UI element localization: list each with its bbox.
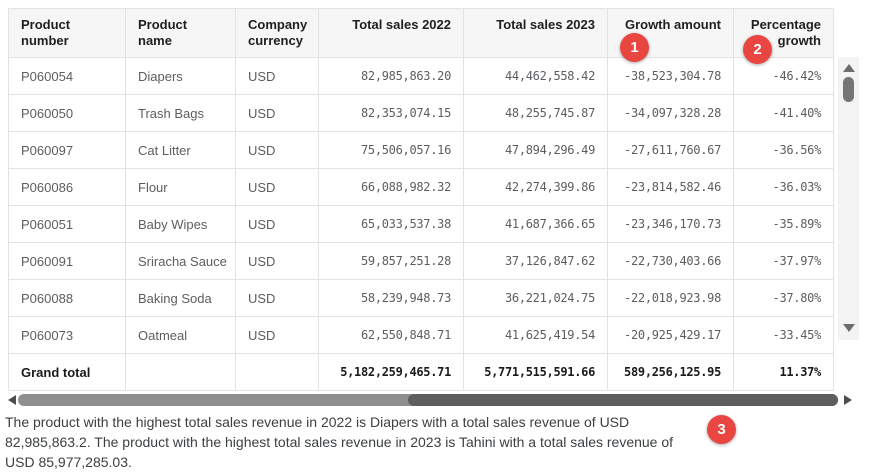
cell-company-currency: USD (236, 243, 319, 280)
empty-cell (126, 354, 236, 391)
cell-product-name: Flour (126, 169, 236, 206)
cell-percentage-growth: -37.97% (734, 243, 834, 280)
horizontal-scrollbar[interactable] (8, 392, 852, 408)
cell-total-sales-2023: 37,126,847.62 (464, 243, 608, 280)
scroll-down-icon[interactable] (843, 324, 855, 332)
annotation-badge-3: 3 (707, 415, 736, 444)
table-row: P060073 Oatmeal USD 62,550,848.71 41,625… (9, 317, 834, 354)
cell-growth-amount: -22,730,403.66 (608, 243, 734, 280)
cell-product-name: Trash Bags (126, 95, 236, 132)
cell-total-sales-2022: 65,033,537.38 (319, 206, 464, 243)
cell-growth-amount: -20,925,429.17 (608, 317, 734, 354)
cell-product-number: P060051 (9, 206, 126, 243)
grand-total-sales-2023: 5,771,515,591.66 (464, 354, 608, 391)
summary-text: The product with the highest total sales… (5, 412, 702, 472)
vertical-scrollbar[interactable] (838, 57, 859, 340)
cell-product-number: P060054 (9, 58, 126, 95)
cell-total-sales-2023: 44,462,558.42 (464, 58, 608, 95)
cell-product-number: P060097 (9, 132, 126, 169)
annotation-badge-2: 2 (743, 35, 772, 64)
cell-product-number: P060073 (9, 317, 126, 354)
cell-total-sales-2022: 82,985,863.20 (319, 58, 464, 95)
cell-product-number: P060086 (9, 169, 126, 206)
cell-total-sales-2022: 62,550,848.71 (319, 317, 464, 354)
table-header-row: Product number Product name Company curr… (9, 9, 834, 58)
vertical-scrollbar-thumb[interactable] (843, 77, 854, 102)
cell-company-currency: USD (236, 132, 319, 169)
table-row: P060051 Baby Wipes USD 65,033,537.38 41,… (9, 206, 834, 243)
table-row: P060054 Diapers USD 82,985,863.20 44,462… (9, 58, 834, 95)
cell-total-sales-2023: 47,894,296.49 (464, 132, 608, 169)
cell-product-name: Sriracha Sauce (126, 243, 236, 280)
grand-total-row: Grand total 5,182,259,465.71 5,771,515,5… (9, 354, 834, 391)
cell-company-currency: USD (236, 206, 319, 243)
cell-product-number: P060091 (9, 243, 126, 280)
grand-total-label: Grand total (9, 354, 126, 391)
cell-total-sales-2022: 82,353,074.15 (319, 95, 464, 132)
column-header-product-name[interactable]: Product name (126, 9, 236, 58)
cell-growth-amount: -34,097,328.28 (608, 95, 734, 132)
horizontal-scrollbar-thumb[interactable] (408, 394, 839, 406)
cell-total-sales-2023: 42,274,399.86 (464, 169, 608, 206)
cell-total-sales-2022: 66,088,982.32 (319, 169, 464, 206)
cell-percentage-growth: -35.89% (734, 206, 834, 243)
cell-percentage-growth: -36.03% (734, 169, 834, 206)
cell-growth-amount: -38,523,304.78 (608, 58, 734, 95)
cell-product-number: P060088 (9, 280, 126, 317)
cell-total-sales-2022: 59,857,251.28 (319, 243, 464, 280)
table-row: P060091 Sriracha Sauce USD 59,857,251.28… (9, 243, 834, 280)
cell-product-name: Oatmeal (126, 317, 236, 354)
cell-product-name: Baking Soda (126, 280, 236, 317)
cell-percentage-growth: -33.45% (734, 317, 834, 354)
scroll-up-icon[interactable] (843, 64, 855, 72)
table-row: P060088 Baking Soda USD 58,239,948.73 36… (9, 280, 834, 317)
cell-percentage-growth: -41.40% (734, 95, 834, 132)
horizontal-scrollbar-track[interactable] (18, 394, 838, 406)
cell-product-number: P060050 (9, 95, 126, 132)
table-row: P060097 Cat Litter USD 75,506,057.16 47,… (9, 132, 834, 169)
cell-growth-amount: -22,018,923.98 (608, 280, 734, 317)
column-header-total-sales-2022[interactable]: Total sales 2022 (319, 9, 464, 58)
table-row: P060086 Flour USD 66,088,982.32 42,274,3… (9, 169, 834, 206)
cell-product-name: Cat Litter (126, 132, 236, 169)
cell-company-currency: USD (236, 95, 319, 132)
scroll-left-icon[interactable] (8, 395, 16, 405)
cell-percentage-growth: -37.80% (734, 280, 834, 317)
report-page: Product number Product name Company curr… (0, 0, 869, 474)
grand-total-sales-2022: 5,182,259,465.71 (319, 354, 464, 391)
cell-growth-amount: -27,611,760.67 (608, 132, 734, 169)
cell-company-currency: USD (236, 317, 319, 354)
cell-growth-amount: -23,346,170.73 (608, 206, 734, 243)
cell-total-sales-2023: 48,255,745.87 (464, 95, 608, 132)
cell-product-name: Baby Wipes (126, 206, 236, 243)
cell-company-currency: USD (236, 58, 319, 95)
grand-total-percentage-growth: 11.37% (734, 354, 834, 391)
annotation-badge-1: 1 (620, 33, 649, 62)
grand-total-growth-amount: 589,256,125.95 (608, 354, 734, 391)
cell-percentage-growth: -36.56% (734, 132, 834, 169)
column-header-company-currency[interactable]: Company currency (236, 9, 319, 58)
cell-total-sales-2023: 41,687,366.65 (464, 206, 608, 243)
cell-percentage-growth: -46.42% (734, 58, 834, 95)
table-row: P060050 Trash Bags USD 82,353,074.15 48,… (9, 95, 834, 132)
cell-total-sales-2023: 41,625,419.54 (464, 317, 608, 354)
cell-total-sales-2022: 58,239,948.73 (319, 280, 464, 317)
cell-total-sales-2022: 75,506,057.16 (319, 132, 464, 169)
column-header-total-sales-2023[interactable]: Total sales 2023 (464, 9, 608, 58)
column-header-product-number[interactable]: Product number (9, 9, 126, 58)
sales-report-table: Product number Product name Company curr… (8, 8, 834, 391)
cell-product-name: Diapers (126, 58, 236, 95)
cell-total-sales-2023: 36,221,024.75 (464, 280, 608, 317)
cell-growth-amount: -23,814,582.46 (608, 169, 734, 206)
empty-cell (236, 354, 319, 391)
cell-company-currency: USD (236, 169, 319, 206)
cell-company-currency: USD (236, 280, 319, 317)
scroll-right-icon[interactable] (844, 395, 852, 405)
